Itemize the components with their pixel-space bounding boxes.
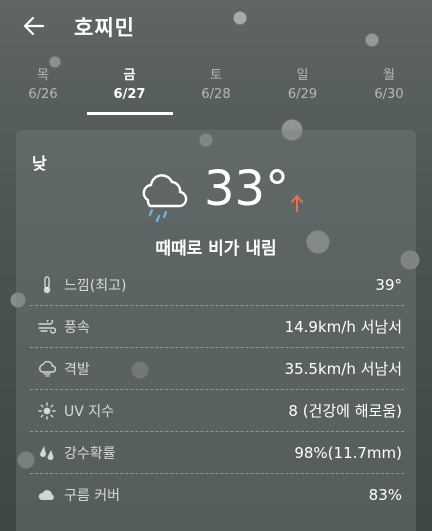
forecast-card: 낮 33° 때때로 비가 내림 느낌(최고) 39° 풍속 14.9km/h 서… — [16, 130, 416, 531]
day-name: 월 — [383, 68, 395, 83]
raindrops-icon — [36, 442, 58, 464]
detail-value: 14.9km/h 서남서 — [284, 318, 402, 336]
condition-text: 때때로 비가 내림 — [155, 239, 277, 259]
sun-icon — [36, 400, 58, 422]
forecast-hero: 33° — [16, 160, 416, 230]
detail-row-cloud-cover: 구름 커버 83% — [30, 474, 404, 516]
wind-icon — [36, 316, 58, 338]
day-name: 목 — [37, 68, 49, 83]
day-name: 금 — [123, 68, 136, 83]
day-date: 6/29 — [287, 87, 318, 102]
detail-label: 격발 — [64, 361, 90, 378]
tab-day-0[interactable]: 목 6/26 — [0, 66, 86, 116]
day-date: 6/26 — [28, 87, 58, 102]
detail-row-precipitation: 강수확률 98%(11.7mm) — [30, 432, 404, 474]
day-tabs: 목 6/26 금 6/27 토 6/28 일 6/29 월 6/30 — [0, 66, 432, 116]
details-list: 느낌(최고) 39° 풍속 14.9km/h 서남서 격발 35.5km/h 서… — [30, 264, 404, 516]
detail-label: 풍속 — [64, 319, 90, 336]
detail-label: UV 지수 — [64, 403, 115, 420]
detail-value: 83% — [368, 486, 402, 504]
back-button[interactable] — [18, 10, 50, 42]
day-date: 6/28 — [201, 87, 231, 102]
detail-row-wind: 풍속 14.9km/h 서남서 — [30, 306, 404, 348]
detail-row-feels-like: 느낌(최고) 39° — [30, 264, 404, 306]
detail-value: 35.5km/h 서남서 — [284, 360, 402, 378]
detail-label: 느낌(최고) — [64, 277, 127, 294]
cloud-rain-icon — [142, 174, 188, 222]
day-name: 토 — [210, 68, 222, 83]
day-date: 6/27 — [113, 87, 146, 102]
tab-day-4[interactable]: 월 6/30 — [346, 66, 432, 116]
tab-day-3[interactable]: 일 6/29 — [260, 66, 346, 116]
gust-icon — [36, 358, 58, 380]
detail-label: 구름 커버 — [64, 488, 120, 504]
page-title: 호찌민 — [74, 16, 135, 40]
detail-row-gust: 격발 35.5km/h 서남서 — [30, 348, 404, 390]
tab-day-1[interactable]: 금 6/27 — [86, 66, 173, 116]
arrow-left-icon — [23, 16, 45, 36]
day-name: 일 — [296, 68, 309, 83]
day-date: 6/30 — [374, 87, 404, 102]
top-bar: 호찌민 — [0, 0, 432, 52]
arrow-up-icon — [291, 195, 303, 212]
cloud-icon — [36, 484, 58, 506]
temperature: 33° — [204, 161, 290, 217]
detail-value: 39° — [375, 275, 402, 294]
detail-value: 98%(11.7mm) — [294, 443, 402, 462]
detail-value: 8 (건강에 해로움) — [288, 402, 402, 420]
thermometer-icon — [36, 274, 58, 296]
detail-row-uv: UV 지수 8 (건강에 해로움) — [30, 390, 404, 432]
detail-label: 강수확률 — [64, 445, 116, 462]
tab-day-2[interactable]: 토 6/28 — [173, 66, 259, 116]
